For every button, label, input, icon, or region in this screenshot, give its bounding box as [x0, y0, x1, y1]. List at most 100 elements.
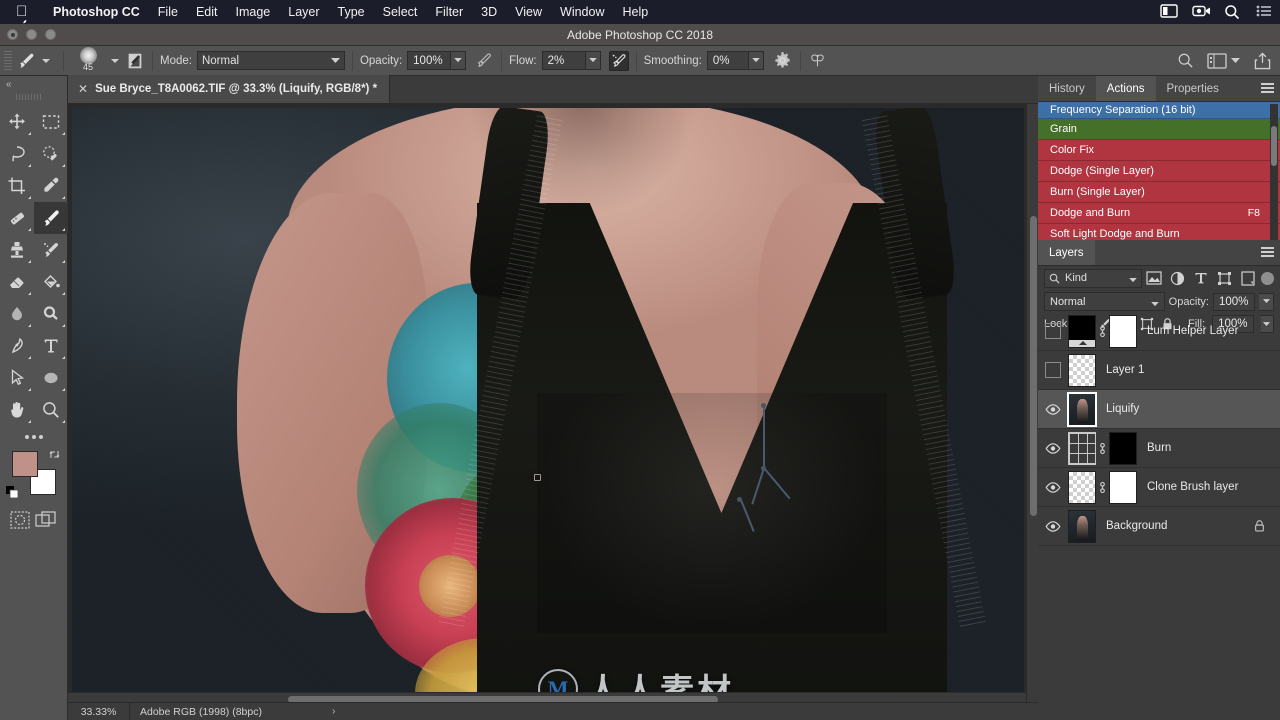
- options-bar-grip[interactable]: [4, 50, 12, 71]
- action-row[interactable]: Color Fix: [1038, 140, 1280, 161]
- action-row[interactable]: Dodge and Burn F8: [1038, 203, 1280, 224]
- link-mask-icon[interactable]: [1096, 442, 1109, 455]
- swap-colors-icon[interactable]: [49, 449, 60, 460]
- menu-image[interactable]: Image: [227, 0, 280, 24]
- panel-menu-icon[interactable]: [1261, 83, 1274, 94]
- eyedropper-tool[interactable]: [34, 170, 68, 202]
- apple-logo-icon[interactable]: [16, 4, 30, 35]
- smoothing-input[interactable]: 0%: [706, 51, 749, 70]
- tools-palette-grip[interactable]: [16, 94, 42, 100]
- crop-tool[interactable]: [0, 170, 34, 202]
- screen-record-icon[interactable]: [1192, 4, 1210, 20]
- action-row[interactable]: Grain: [1038, 119, 1280, 140]
- filter-type-icon[interactable]: [1189, 268, 1212, 288]
- table-row[interactable]: Background: [1038, 507, 1280, 546]
- layer-visibility-toggle[interactable]: [1038, 323, 1068, 339]
- layer-mask-thumbnail[interactable]: [1109, 431, 1137, 465]
- layer-visibility-toggle[interactable]: [1038, 520, 1068, 532]
- action-row[interactable]: Frequency Separation (16 bit): [1038, 102, 1280, 119]
- layer-thumbnail[interactable]: [1068, 314, 1096, 348]
- layer-thumbnail[interactable]: [1068, 431, 1096, 465]
- menu-help[interactable]: Help: [614, 0, 658, 24]
- clone-stamp-tool[interactable]: [0, 234, 34, 266]
- tab-history[interactable]: History: [1038, 76, 1096, 101]
- smoothing-stepper[interactable]: [748, 51, 764, 70]
- actions-list[interactable]: Frequency Separation (16 bit) Grain Colo…: [1038, 102, 1280, 242]
- zoom-level[interactable]: 33.33%: [68, 702, 130, 720]
- control-center-icon[interactable]: [1256, 4, 1274, 20]
- panel-menu-icon[interactable]: [1261, 247, 1274, 258]
- default-colors-icon[interactable]: [5, 486, 19, 499]
- filter-adjustment-icon[interactable]: [1165, 268, 1188, 288]
- layer-opacity-input[interactable]: 100%: [1213, 292, 1255, 311]
- spotlight-search-icon[interactable]: [1224, 4, 1242, 20]
- workspace-switcher-icon[interactable]: [1207, 52, 1240, 69]
- healing-brush-tool[interactable]: [0, 202, 34, 234]
- marquee-tool[interactable]: [34, 106, 68, 138]
- opacity-input[interactable]: 100%: [407, 51, 452, 70]
- type-tool[interactable]: [34, 330, 68, 362]
- gear-icon[interactable]: [773, 51, 793, 71]
- quick-selection-tool[interactable]: [34, 138, 68, 170]
- menu-type[interactable]: Type: [329, 0, 374, 24]
- filter-kind-select[interactable]: Kind: [1044, 268, 1142, 288]
- layer-mask-thumbnail[interactable]: [1109, 314, 1137, 348]
- menu-layer[interactable]: Layer: [279, 0, 328, 24]
- table-row[interactable]: Lum Helper Layer: [1038, 312, 1280, 351]
- lasso-tool[interactable]: [0, 138, 34, 170]
- filter-shape-icon[interactable]: [1212, 268, 1235, 288]
- action-row[interactable]: Burn (Single Layer): [1038, 182, 1280, 203]
- menu-view[interactable]: View: [506, 0, 551, 24]
- minimize-window-button[interactable]: [26, 29, 37, 40]
- status-expand-arrow-icon[interactable]: ›: [332, 706, 335, 717]
- airbrush-icon[interactable]: [608, 50, 629, 71]
- move-tool[interactable]: [0, 106, 34, 138]
- layer-visibility-toggle[interactable]: [1038, 442, 1068, 454]
- table-row[interactable]: Clone Brush layer: [1038, 468, 1280, 507]
- table-row[interactable]: Liquify: [1038, 390, 1280, 429]
- split-view-icon[interactable]: [1160, 4, 1178, 20]
- menu-file[interactable]: File: [149, 0, 187, 24]
- brush-preset-chevron-down-icon[interactable]: [111, 58, 119, 63]
- path-selection-tool[interactable]: [0, 362, 34, 394]
- share-icon[interactable]: [1252, 51, 1272, 71]
- screen-mode-icon[interactable]: [35, 511, 57, 532]
- brush-tool-icon[interactable]: [16, 51, 36, 71]
- layer-mask-thumbnail[interactable]: [1109, 470, 1137, 504]
- tool-preset-chevron-down-icon[interactable]: [42, 58, 50, 63]
- paint-bucket-tool[interactable]: [34, 266, 68, 298]
- more-tools-dots-icon[interactable]: [0, 426, 67, 443]
- layer-thumbnail[interactable]: [1067, 391, 1097, 427]
- close-window-button[interactable]: [7, 29, 18, 40]
- layer-visibility-toggle[interactable]: [1038, 362, 1068, 378]
- table-row[interactable]: Burn: [1038, 429, 1280, 468]
- menu-window[interactable]: Window: [551, 0, 613, 24]
- brush-preset-picker[interactable]: 45: [71, 47, 105, 75]
- layer-list[interactable]: Lum Helper Layer Layer 1 Liquify Burn Cl…: [1038, 312, 1280, 708]
- menu-photoshop-cc[interactable]: Photoshop CC: [44, 0, 149, 24]
- flow-stepper[interactable]: [585, 51, 601, 70]
- history-brush-tool[interactable]: [34, 234, 68, 266]
- filter-enable-toggle[interactable]: [1261, 271, 1275, 285]
- tab-layers[interactable]: Layers: [1038, 240, 1095, 265]
- pressure-opacity-icon[interactable]: [474, 51, 494, 71]
- collapse-panel-button[interactable]: «: [0, 76, 67, 92]
- zoom-tool[interactable]: [34, 394, 68, 426]
- table-row[interactable]: Layer 1: [1038, 351, 1280, 390]
- brush-panel-toggle-icon[interactable]: [125, 51, 145, 71]
- menu-edit[interactable]: Edit: [187, 0, 227, 24]
- actions-scrollbar[interactable]: [1270, 104, 1278, 240]
- pen-tool[interactable]: [0, 330, 34, 362]
- maximize-window-button[interactable]: [45, 29, 56, 40]
- document-canvas[interactable]: 人人素材: [72, 108, 1024, 700]
- tab-actions[interactable]: Actions: [1095, 76, 1156, 101]
- canvas-vertical-scrollbar[interactable]: [1026, 104, 1038, 704]
- layer-thumbnail[interactable]: [1068, 470, 1096, 504]
- foreground-color-swatch[interactable]: [11, 451, 38, 477]
- layer-thumbnail[interactable]: [1068, 509, 1096, 543]
- hand-tool[interactable]: [0, 394, 34, 426]
- blur-tool[interactable]: [0, 298, 34, 330]
- document-tab[interactable]: ✕ Sue Bryce_T8A0062.TIF @ 33.3% (Liquify…: [68, 75, 391, 103]
- opacity-stepper[interactable]: [451, 51, 467, 70]
- close-icon[interactable]: ✕: [78, 82, 88, 96]
